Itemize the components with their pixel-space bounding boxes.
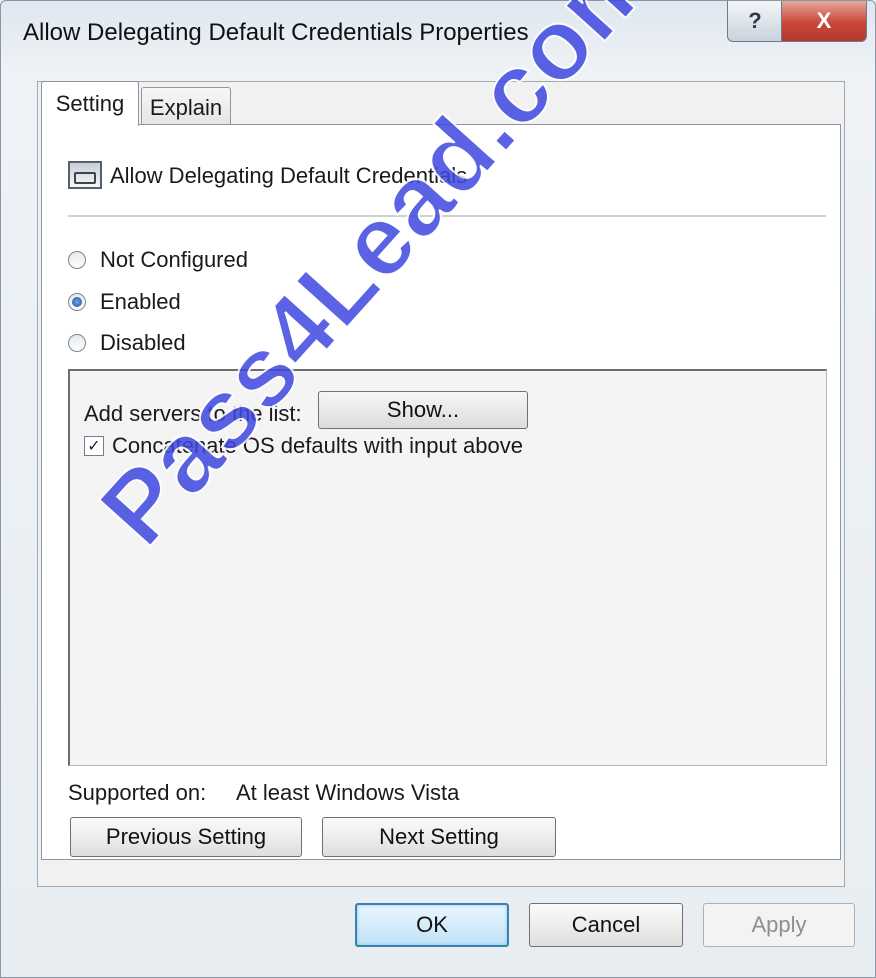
window-title: Allow Delegating Default Credentials Pro… [23,19,529,46]
concatenate-checkbox[interactable]: ✓ [84,436,104,456]
radio-disabled[interactable]: Disabled [68,330,186,356]
next-setting-button[interactable]: Next Setting [322,817,556,857]
radio-enabled[interactable]: Enabled [68,289,181,315]
help-button[interactable]: ? [727,1,783,42]
radio-label-disabled: Disabled [100,330,186,355]
radio-button[interactable] [68,334,86,352]
tab-explain[interactable]: Explain [141,87,231,128]
apply-button[interactable]: Apply [703,903,855,947]
close-button[interactable]: X [781,1,867,42]
policy-setting-icon [68,161,102,189]
ok-button[interactable]: OK [355,903,509,947]
previous-setting-button[interactable]: Previous Setting [70,817,302,857]
radio-not-configured[interactable]: Not Configured [68,247,248,273]
cancel-button[interactable]: Cancel [529,903,683,947]
show-button[interactable]: Show... [318,391,528,429]
radio-label-not-configured: Not Configured [100,247,248,272]
tab-setting[interactable]: Setting [41,81,139,126]
radio-button-selected[interactable] [68,293,86,311]
supported-on-label: Supported on: [68,780,207,805]
properties-dialog: Allow Delegating Default Credentials Pro… [0,0,876,978]
supported-on-value: At least Windows Vista [236,780,460,805]
radio-button[interactable] [68,251,86,269]
radio-label-enabled: Enabled [100,289,181,314]
